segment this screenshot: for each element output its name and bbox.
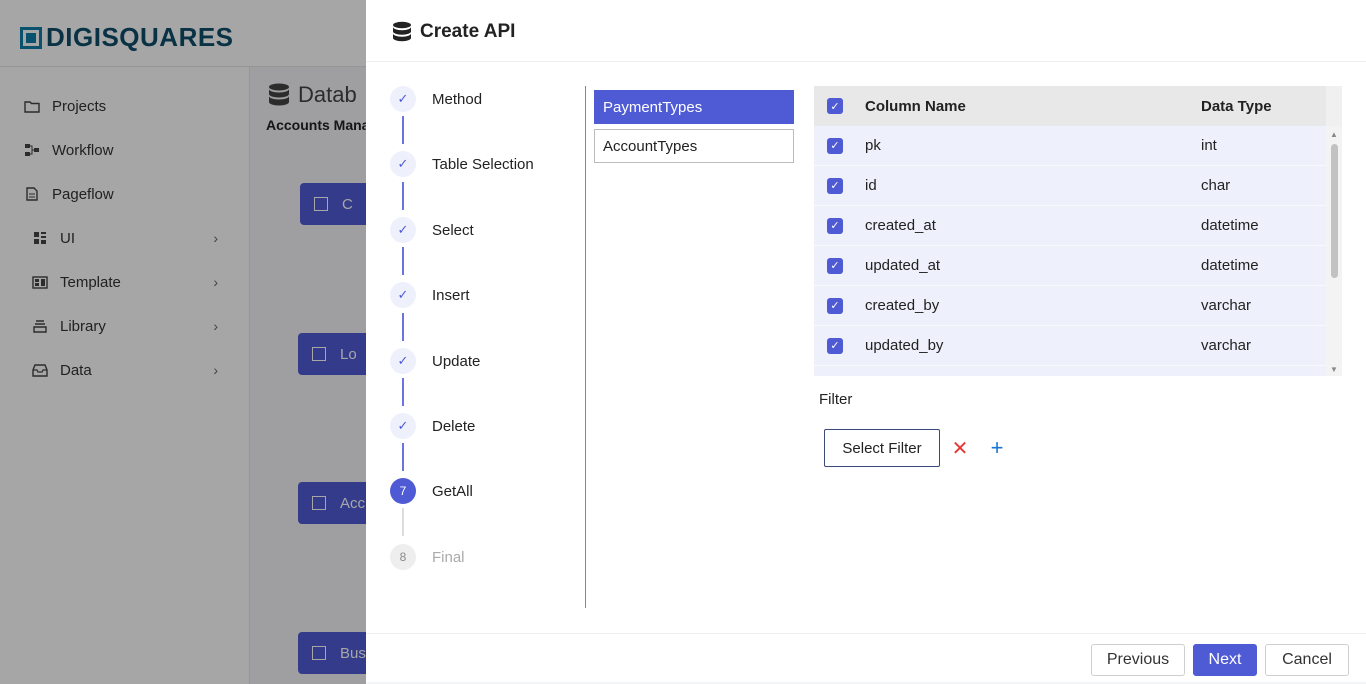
step-number: 7 [390, 478, 416, 504]
header-column-name[interactable]: Column Name [865, 98, 966, 115]
data-type-cell: datetime [1201, 257, 1259, 274]
modal-backdrop[interactable] [0, 0, 366, 684]
row-checkbox[interactable]: ✓ [827, 217, 843, 234]
table-row[interactable]: ✓ created_by varchar [814, 286, 1342, 326]
filter-label: Filter [819, 391, 853, 408]
table-row[interactable]: ✓ updated_by varchar [814, 326, 1342, 366]
check-icon: ✓ [390, 282, 416, 308]
data-type-cell: datetime [1201, 217, 1259, 234]
row-checkbox[interactable]: ✓ [827, 297, 843, 314]
grid-header: ✓ Column Name Data Type [814, 86, 1342, 126]
step-label: Update [432, 352, 481, 370]
step-number: 8 [390, 544, 416, 570]
step-connector [402, 116, 404, 144]
step-connector [402, 313, 404, 341]
check-icon: ✓ [390, 217, 416, 243]
step-connector [402, 443, 404, 471]
step-connector [402, 508, 404, 536]
step-update[interactable]: ✓ Update [390, 348, 480, 374]
table-row[interactable]: ✓ created_at datetime [814, 206, 1342, 246]
remove-filter-icon[interactable]: ✕ [946, 434, 974, 462]
database-icon [393, 21, 411, 41]
create-api-modal: Create API ✓ Method ✓ Table Selection ✓ … [366, 2, 1366, 682]
column-name-cell: updated_by [865, 337, 944, 354]
step-table-selection[interactable]: ✓ Table Selection [390, 151, 534, 177]
table-row[interactable]: ✓ updated_at datetime [814, 246, 1342, 286]
step-label: Delete [432, 417, 476, 435]
step-label: Method [432, 90, 483, 108]
data-type-cell: varchar [1201, 337, 1252, 354]
check-icon: ✓ [390, 151, 416, 177]
modal-footer: Previous Next Cancel [366, 633, 1366, 682]
previous-button[interactable]: Previous [1091, 644, 1185, 676]
modal-title: Create API [420, 20, 516, 42]
row-checkbox[interactable]: ✓ [827, 337, 843, 354]
step-label: Final [432, 548, 465, 566]
scroll-up-icon[interactable]: ▲ [1330, 130, 1338, 139]
step-connector [402, 247, 404, 275]
check-icon: ✓ [390, 86, 416, 112]
table-list: PaymentTypes AccountTypes [594, 90, 794, 168]
row-checkbox[interactable]: ✓ [827, 177, 843, 194]
step-delete[interactable]: ✓ Delete [390, 413, 475, 439]
column-name-cell: pk [865, 137, 881, 154]
table-item-accounttypes[interactable]: AccountTypes [594, 129, 794, 163]
cancel-button[interactable]: Cancel [1265, 644, 1349, 676]
step-final[interactable]: 8 Final [390, 544, 465, 570]
row-checkbox[interactable]: ✓ [827, 257, 843, 274]
step-label: Insert [432, 286, 470, 304]
table-item-paymenttypes[interactable]: PaymentTypes [594, 90, 794, 124]
step-label: GetAll [432, 482, 473, 500]
column-name-cell: created_at [865, 217, 936, 234]
column-name-cell: id [865, 177, 877, 194]
table-row[interactable]: ✓ pk int [814, 126, 1342, 166]
step-method[interactable]: ✓ Method [390, 86, 482, 112]
table-row[interactable]: ✓ id char [814, 166, 1342, 206]
select-filter-button[interactable]: Select Filter [824, 429, 940, 467]
data-type-cell: int [1201, 137, 1217, 154]
step-getall[interactable]: 7 GetAll [390, 478, 473, 504]
row-checkbox[interactable]: ✓ [827, 137, 843, 154]
data-type-cell: char [1201, 177, 1231, 194]
modal-header: Create API [366, 2, 1366, 62]
step-connector [402, 378, 404, 406]
scroll-thumb[interactable] [1331, 144, 1338, 278]
add-filter-icon[interactable]: + [983, 434, 1011, 462]
select-all-checkbox[interactable]: ✓ [827, 98, 843, 114]
grid-scrollbar[interactable]: ▲ ▼ [1326, 126, 1342, 376]
scroll-down-icon[interactable]: ▼ [1330, 365, 1338, 374]
vertical-divider [585, 86, 586, 608]
step-label: Table Selection [432, 155, 534, 173]
next-button[interactable]: Next [1193, 644, 1257, 676]
column-name-cell: created_by [865, 297, 940, 314]
step-select[interactable]: ✓ Select [390, 217, 474, 243]
column-grid: ✓ Column Name Data Type ✓ pk int ✓ id ch… [814, 86, 1342, 376]
step-label: Select [432, 221, 474, 239]
step-connector [402, 182, 404, 210]
check-icon: ✓ [390, 348, 416, 374]
header-data-type[interactable]: Data Type [1201, 98, 1272, 115]
column-name-cell: updated_at [865, 257, 941, 274]
step-insert[interactable]: ✓ Insert [390, 282, 470, 308]
data-type-cell: varchar [1201, 297, 1252, 314]
check-icon: ✓ [390, 413, 416, 439]
